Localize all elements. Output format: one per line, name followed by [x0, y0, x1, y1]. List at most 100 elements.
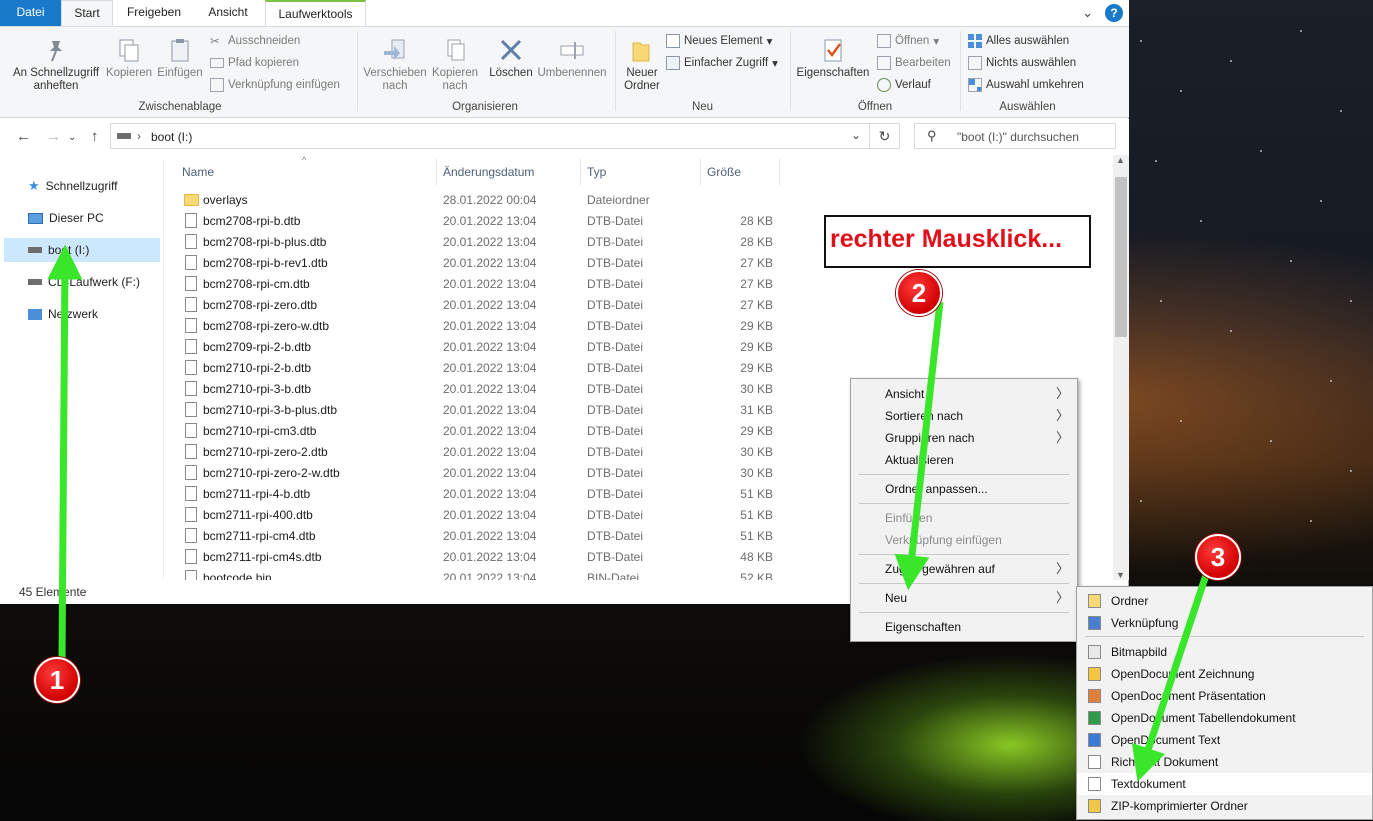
- submenu-new-item[interactable]: OpenDocument Zeichnung: [1077, 663, 1372, 685]
- file-row[interactable]: bcm2708-rpi-cm.dtb 20.01.2022 13:04 DTB-Da…: [165, 274, 785, 295]
- file-row[interactable]: bcm2710-rpi-2-b.dtb 20.01.2022 13:04 DTB-D…: [165, 358, 785, 379]
- submenu-new-item[interactable]: Bitmapbild: [1077, 641, 1372, 663]
- file-row[interactable]: bcm2708-rpi-b-plus.dtb 20.01.2022 13:04 DT…: [165, 232, 785, 253]
- copy-button[interactable]: Kopieren: [104, 37, 154, 80]
- nav-item-boot-drive[interactable]: boot (I:): [4, 238, 160, 262]
- submenu-new-item[interactable]: Rich Text Dokument: [1077, 751, 1372, 773]
- file-row[interactable]: bcm2710-rpi-3-b-plus.dtb 20.01.2022 13:04…: [165, 400, 785, 421]
- nav-item-network[interactable]: Netzwerk: [4, 302, 160, 326]
- context-menu-item[interactable]: Aktualisieren: [851, 449, 1077, 471]
- help-icon[interactable]: ?: [1105, 4, 1123, 22]
- tab-laufwerktools[interactable]: Laufwerktools: [265, 0, 366, 26]
- submenu-new-item[interactable]: OpenDocument Tabellendokument: [1077, 707, 1372, 729]
- tab-start[interactable]: Start: [61, 0, 113, 26]
- star-dot: [1340, 110, 1342, 112]
- easy-access-button[interactable]: Einfacher Zugriff ▾: [666, 54, 778, 72]
- nav-item-cd-drive[interactable]: CD-Laufwerk (F:): [4, 270, 160, 294]
- context-menu-item[interactable]: Ordner anpassen...: [851, 478, 1077, 500]
- column-header-name[interactable]: Name: [182, 165, 214, 179]
- scrollbar-thumb[interactable]: [1115, 177, 1127, 337]
- file-row[interactable]: bcm2710-rpi-zero-2-w.dtb 20.01.2022 13:04…: [165, 463, 785, 484]
- history-button[interactable]: Verlauf: [877, 76, 931, 94]
- pin-quick-access-button[interactable]: An Schnellzugriff anheften: [8, 37, 104, 93]
- rename-button[interactable]: Umbenennen: [535, 37, 609, 80]
- submenu-new-item[interactable]: Ordner: [1077, 590, 1372, 612]
- menu-separator: [859, 583, 1069, 584]
- select-none-button[interactable]: Nichts auswählen: [968, 54, 1076, 72]
- address-bar[interactable]: › boot (I:) ⌄: [110, 123, 870, 149]
- copy-path-button[interactable]: Pfad kopieren: [210, 54, 299, 72]
- submenu-new-item[interactable]: Verknüpfung: [1077, 612, 1372, 634]
- submenu-new-item[interactable]: OpenDocument Präsentation: [1077, 685, 1372, 707]
- file-row[interactable]: bcm2711-rpi-cm4.dtb 20.01.2022 13:04 DTB-D…: [165, 526, 785, 547]
- column-divider[interactable]: [580, 159, 581, 185]
- text-document-icon: [1088, 777, 1101, 791]
- submenu-new-item[interactable]: ZIP-komprimierter Ordner: [1077, 795, 1372, 817]
- file-row[interactable]: bcm2708-rpi-b-rev1.dtb 20.01.2022 13:04 DT…: [165, 253, 785, 274]
- up-arrow-icon[interactable]: ↑: [91, 128, 99, 145]
- file-row[interactable]: bcm2711-rpi-cm4s.dtb 20.01.2022 13:04 DTB-…: [165, 547, 785, 568]
- file-date: 20.01.2022 13:04: [443, 235, 537, 249]
- file-row[interactable]: bcm2710-rpi-3-b.dtb 20.01.2022 13:04 DTB-D…: [165, 379, 785, 400]
- file-name: bcm2708-rpi-zero-w.dtb: [203, 319, 330, 333]
- context-menu-item[interactable]: Zugriff gewähren auf 〉: [851, 558, 1077, 580]
- file-row[interactable]: bcm2709-rpi-2-b.dtb 20.01.2022 13:04 DTB-D…: [165, 337, 785, 358]
- refresh-icon[interactable]: ↻: [870, 123, 900, 149]
- column-divider[interactable]: [700, 159, 701, 185]
- scroll-down-icon[interactable]: ▼: [1116, 570, 1125, 580]
- submenu-new-label: OpenDocument Präsentation: [1111, 689, 1266, 703]
- column-header-size[interactable]: Größe: [707, 165, 741, 179]
- file-row[interactable]: bcm2711-rpi-400.dtb 20.01.2022 13:04 DTB-D…: [165, 505, 785, 526]
- file-name: bcm2708-rpi-b-plus.dtb: [203, 235, 327, 249]
- delete-button[interactable]: Löschen: [487, 37, 535, 80]
- file-row[interactable]: bcm2710-rpi-zero-2.dtb 20.01.2022 13:04 DT…: [165, 442, 785, 463]
- file-row[interactable]: bootcode.bin 20.01.2022 13:04 BIN-Datei 52 …: [165, 568, 785, 580]
- copy-to-button[interactable]: Kopieren nach: [428, 37, 482, 93]
- column-divider[interactable]: [436, 159, 437, 185]
- cut-button[interactable]: ✂ Ausschneiden: [210, 32, 300, 50]
- nav-item-this-pc[interactable]: Dieser PC: [4, 206, 160, 230]
- context-menu-item[interactable]: Gruppieren nach 〉: [851, 427, 1077, 449]
- context-menu-item[interactable]: Eigenschaften: [851, 616, 1077, 638]
- paste-shortcut-button[interactable]: Verknüpfung einfügen: [210, 76, 340, 94]
- tab-datei[interactable]: Datei: [0, 0, 61, 26]
- column-divider[interactable]: [779, 159, 780, 185]
- context-menu-item[interactable]: Neu 〉: [851, 587, 1077, 609]
- file-row[interactable]: bcm2708-rpi-zero.dtb 20.01.2022 13:04 DTB-…: [165, 295, 785, 316]
- file-row[interactable]: bcm2711-rpi-4-b.dtb 20.01.2022 13:04 DTB-D…: [165, 484, 785, 505]
- submenu-new-item[interactable]: OpenDocument Text: [1077, 729, 1372, 751]
- context-menu-item[interactable]: Einfügen: [851, 507, 1077, 529]
- back-arrow-icon[interactable]: ←: [16, 128, 31, 145]
- move-to-button[interactable]: Verschieben nach: [360, 37, 430, 93]
- file-row[interactable]: bcm2710-rpi-cm3.dtb 20.01.2022 13:04 DTB-D…: [165, 421, 785, 442]
- file-row[interactable]: bcm2708-rpi-zero-w.dtb 20.01.2022 13:04 DT…: [165, 316, 785, 337]
- invert-selection-button[interactable]: Auswahl umkehren: [968, 76, 1084, 94]
- open-button[interactable]: Öffnen ▾: [877, 32, 939, 50]
- paste-button[interactable]: Einfügen: [154, 37, 206, 80]
- nav-item-quick-access[interactable]: ★ Schnellzugriff: [4, 174, 160, 198]
- file-row[interactable]: overlays 28.01.2022 00:04 Dateiordner: [165, 190, 785, 211]
- file-date: 20.01.2022 13:04: [443, 298, 537, 312]
- recent-dropdown-icon[interactable]: ⌄: [68, 132, 76, 143]
- forward-arrow-icon[interactable]: →: [46, 128, 61, 145]
- file-row[interactable]: bcm2708-rpi-b.dtb 20.01.2022 13:04 DTB-Dat…: [165, 211, 785, 232]
- address-dropdown-icon[interactable]: ⌄: [851, 128, 861, 142]
- submenu-new-item[interactable]: Textdokument: [1077, 773, 1372, 795]
- edit-button[interactable]: Bearbeiten: [877, 54, 951, 72]
- column-header-type[interactable]: Typ: [587, 165, 606, 179]
- context-menu-item[interactable]: Verknüpfung einfügen: [851, 529, 1077, 551]
- scroll-up-icon[interactable]: ▲: [1116, 155, 1125, 165]
- tab-freigeben[interactable]: Freigeben: [118, 0, 190, 26]
- select-all-button[interactable]: Alles auswählen: [968, 32, 1069, 50]
- context-menu-item[interactable]: Ansicht 〉: [851, 383, 1077, 405]
- ribbon-collapse-icon[interactable]: ⌄: [1082, 5, 1093, 21]
- tab-ansicht[interactable]: Ansicht: [196, 0, 260, 26]
- context-menu-item[interactable]: Sortieren nach 〉: [851, 405, 1077, 427]
- vertical-scrollbar[interactable]: ▲ ▼: [1113, 155, 1129, 580]
- column-header-date[interactable]: Änderungsdatum: [443, 165, 534, 179]
- easy-access-icon: [666, 56, 680, 70]
- new-folder-button[interactable]: Neuer Ordner: [618, 37, 666, 93]
- search-input[interactable]: ⚲ "boot (I:)" durchsuchen: [914, 123, 1116, 149]
- properties-button[interactable]: Eigenschaften: [794, 37, 872, 80]
- new-item-button[interactable]: Neues Element ▾: [666, 32, 772, 50]
